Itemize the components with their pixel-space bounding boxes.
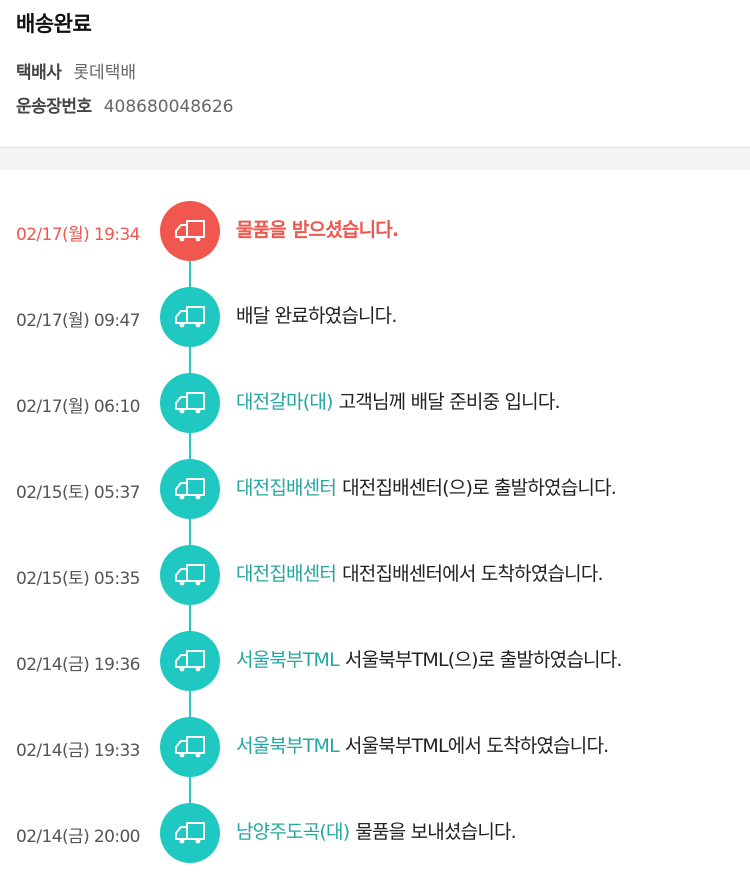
event-time: 02/14(금) 20:00 [16, 827, 141, 847]
event-message: 서울북부TML(으)로 출발하였습니다. [344, 649, 623, 671]
event-message: 대전집배센터(으)로 출발하였습니다. [342, 477, 617, 499]
delivery-truck-icon [160, 373, 220, 433]
event-description: 대전집배센터 대전집배센터에서 도착하였습니다. [236, 559, 604, 586]
tracking-timeline: 02/17(월) 19:34 물품을 받으셨습니다. 02/17(월) 09:4… [0, 170, 750, 877]
event-description: 물품을 받으셨습니다. [236, 215, 399, 242]
delivery-truck-icon [160, 201, 220, 261]
timeline-event-current: 02/17(월) 19:34 물품을 받으셨습니다. [0, 200, 750, 261]
delivery-truck-icon [160, 803, 220, 863]
event-message: 고객님께 배달 준비중 입니다. [338, 391, 561, 413]
delivery-truck-icon [160, 545, 220, 605]
event-time: 02/17(월) 09:47 [16, 311, 141, 331]
event-message: 물품을 보내셨습니다. [355, 821, 516, 843]
timeline-event: 02/14(금) 19:33 서울북부TML 서울북부TML에서 도착하였습니다. [0, 716, 750, 777]
event-time: 02/14(금) 19:36 [16, 655, 141, 675]
event-location: 대전집배센터 [236, 563, 337, 585]
timeline-event: 02/17(월) 09:47 배달 완료하였습니다. [0, 286, 750, 347]
event-time: 02/14(금) 19:33 [16, 741, 141, 761]
event-message: 배달 완료하였습니다. [236, 305, 397, 327]
courier-row: 택배사 롯데택배 [16, 58, 136, 83]
event-message: 물품을 받으셨습니다. [236, 219, 399, 241]
event-time: 02/17(월) 06:10 [16, 397, 141, 417]
tracking-number-label: 운송장번호 [16, 97, 92, 117]
event-description: 대전갈마(대) 고객님께 배달 준비중 입니다. [236, 387, 561, 414]
delivery-status-title: 배송완료 [16, 12, 92, 36]
delivery-truck-icon [160, 631, 220, 691]
delivery-truck-icon [160, 459, 220, 519]
event-time: 02/17(월) 19:34 [16, 225, 141, 245]
event-time: 02/15(토) 05:37 [16, 483, 141, 503]
timeline-event: 02/15(토) 05:35 대전집배센터 대전집배센터에서 도착하였습니다. [0, 544, 750, 605]
timeline-event: 02/14(금) 20:00 남양주도곡(대) 물품을 보내셨습니다. [0, 802, 750, 863]
event-location: 대전집배센터 [236, 477, 337, 499]
event-message: 서울북부TML에서 도착하였습니다. [344, 735, 609, 757]
event-description: 서울북부TML 서울북부TML에서 도착하였습니다. [236, 731, 609, 758]
event-location: 남양주도곡(대) [236, 821, 350, 843]
tracking-number-row: 운송장번호 408680048626 [16, 92, 234, 117]
delivery-truck-icon [160, 287, 220, 347]
delivery-truck-icon [160, 717, 220, 777]
event-location: 서울북부TML [236, 735, 340, 757]
event-description: 배달 완료하였습니다. [236, 301, 397, 328]
event-location: 대전갈마(대) [236, 391, 333, 413]
event-description: 남양주도곡(대) 물품을 보내셨습니다. [236, 817, 517, 844]
event-location: 서울북부TML [236, 649, 340, 671]
timeline-event: 02/17(월) 06:10 대전갈마(대) 고객님께 배달 준비중 입니다. [0, 372, 750, 433]
delivery-summary: 배송완료 택배사 롯데택배 운송장번호 408680048626 [0, 0, 750, 148]
timeline-event: 02/15(토) 05:37 대전집배센터 대전집배센터(으)로 출발하였습니다. [0, 458, 750, 519]
tracking-number-value: 408680048626 [103, 97, 234, 117]
event-message: 대전집배센터에서 도착하였습니다. [342, 563, 603, 585]
courier-label: 택배사 [16, 63, 62, 83]
courier-value: 롯데택배 [73, 63, 136, 83]
section-divider [0, 148, 750, 170]
event-description: 대전집배센터 대전집배센터(으)로 출발하였습니다. [236, 473, 617, 500]
timeline-event: 02/14(금) 19:36 서울북부TML 서울북부TML(으)로 출발하였습니… [0, 630, 750, 691]
event-description: 서울북부TML 서울북부TML(으)로 출발하였습니다. [236, 645, 622, 672]
event-time: 02/15(토) 05:35 [16, 569, 141, 589]
